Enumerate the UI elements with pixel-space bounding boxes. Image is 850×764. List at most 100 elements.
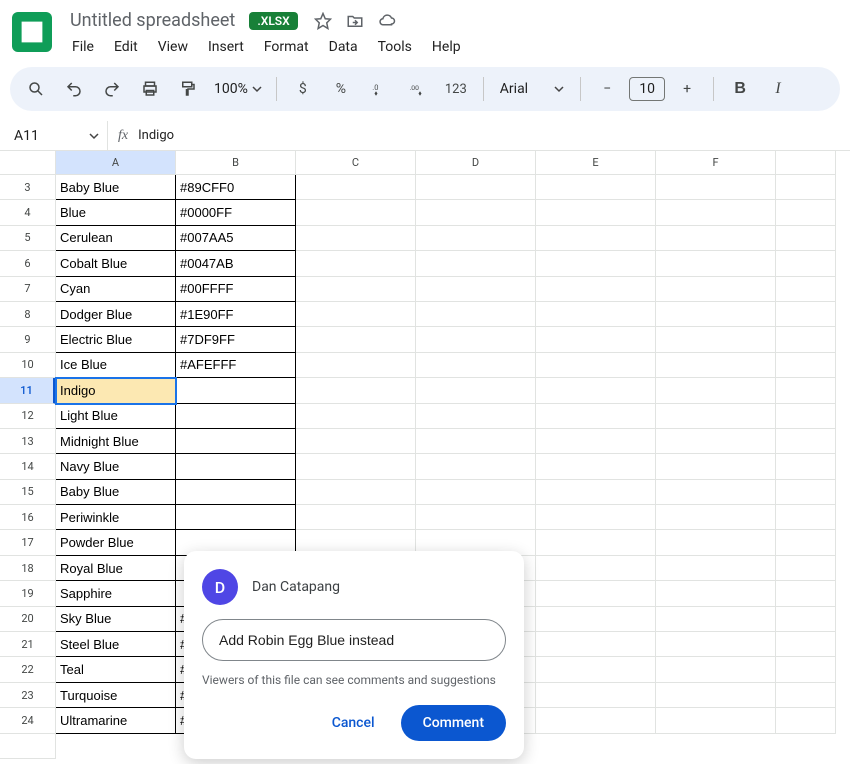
- star-icon[interactable]: [312, 10, 334, 32]
- row-header[interactable]: 4: [0, 200, 56, 225]
- cell[interactable]: [296, 226, 416, 251]
- cell[interactable]: Royal Blue: [56, 556, 176, 581]
- bold-button[interactable]: B: [724, 73, 756, 105]
- cell[interactable]: [416, 353, 536, 378]
- cell[interactable]: [536, 226, 656, 251]
- cell[interactable]: [656, 454, 776, 479]
- cell[interactable]: [536, 708, 656, 733]
- cell[interactable]: [416, 302, 536, 327]
- cell[interactable]: Baby Blue: [56, 480, 176, 505]
- cell[interactable]: [656, 302, 776, 327]
- row-header[interactable]: 21: [0, 632, 56, 657]
- row-header[interactable]: 15: [0, 480, 56, 505]
- cell[interactable]: [296, 429, 416, 454]
- cell[interactable]: [416, 277, 536, 302]
- cell[interactable]: [536, 429, 656, 454]
- col-header-e[interactable]: E: [536, 151, 656, 175]
- undo-icon[interactable]: [58, 73, 90, 105]
- row-header[interactable]: 18: [0, 556, 56, 581]
- cell[interactable]: Cyan: [56, 277, 176, 302]
- cell[interactable]: #7DF9FF: [176, 327, 296, 352]
- select-all-corner[interactable]: [0, 151, 56, 175]
- cell[interactable]: [416, 378, 536, 403]
- col-header-d[interactable]: D: [416, 151, 536, 175]
- cell[interactable]: [416, 480, 536, 505]
- col-header-a[interactable]: A: [56, 151, 176, 175]
- row-header[interactable]: 22: [0, 657, 56, 682]
- cell[interactable]: [776, 353, 836, 378]
- menu-help[interactable]: Help: [424, 35, 469, 59]
- cell[interactable]: Blue: [56, 200, 176, 225]
- row-header[interactable]: 11: [0, 378, 56, 403]
- cell[interactable]: Turquoise: [56, 683, 176, 708]
- cell[interactable]: [776, 277, 836, 302]
- cell[interactable]: [776, 429, 836, 454]
- row-header[interactable]: 10: [0, 353, 56, 378]
- sheets-logo[interactable]: [12, 12, 52, 52]
- cell[interactable]: [296, 327, 416, 352]
- row-header[interactable]: 20: [0, 607, 56, 632]
- search-icon[interactable]: [20, 73, 52, 105]
- cell[interactable]: [776, 683, 836, 708]
- decrease-decimal-icon[interactable]: .0: [363, 73, 395, 105]
- zoom-select[interactable]: 100%: [210, 81, 266, 97]
- cell[interactable]: [776, 632, 836, 657]
- cell[interactable]: [776, 302, 836, 327]
- cell[interactable]: [656, 404, 776, 429]
- comment-input[interactable]: [202, 619, 506, 661]
- cell[interactable]: [776, 175, 836, 200]
- cell[interactable]: [416, 200, 536, 225]
- cell[interactable]: [296, 480, 416, 505]
- cell[interactable]: [656, 581, 776, 606]
- cell[interactable]: [656, 277, 776, 302]
- cell[interactable]: [536, 505, 656, 530]
- cell[interactable]: Midnight Blue: [56, 429, 176, 454]
- cell[interactable]: [776, 657, 836, 682]
- cell[interactable]: [656, 175, 776, 200]
- cell[interactable]: [536, 683, 656, 708]
- menu-tools[interactable]: Tools: [370, 35, 420, 59]
- font-family-select[interactable]: Arial: [494, 81, 570, 97]
- increase-font-size[interactable]: +: [671, 73, 703, 105]
- row-header[interactable]: 16: [0, 505, 56, 530]
- cell[interactable]: [416, 327, 536, 352]
- cell[interactable]: [656, 226, 776, 251]
- row-header[interactable]: 3: [0, 175, 56, 200]
- menu-insert[interactable]: Insert: [200, 35, 252, 59]
- cell[interactable]: Electric Blue: [56, 327, 176, 352]
- cell[interactable]: Ultramarine: [56, 708, 176, 733]
- cell[interactable]: [536, 607, 656, 632]
- redo-icon[interactable]: [96, 73, 128, 105]
- cell[interactable]: Periwinkle: [56, 505, 176, 530]
- col-header-c[interactable]: C: [296, 151, 416, 175]
- cell[interactable]: [536, 200, 656, 225]
- move-icon[interactable]: [344, 10, 366, 32]
- cell[interactable]: [296, 378, 416, 403]
- cell[interactable]: [776, 556, 836, 581]
- cell[interactable]: [776, 530, 836, 555]
- cell[interactable]: [536, 657, 656, 682]
- cell[interactable]: #0047AB: [176, 251, 296, 276]
- row-header[interactable]: 8: [0, 302, 56, 327]
- menu-format[interactable]: Format: [256, 35, 317, 59]
- cell[interactable]: [776, 607, 836, 632]
- cell[interactable]: [536, 556, 656, 581]
- cell[interactable]: [536, 251, 656, 276]
- cell[interactable]: Ice Blue: [56, 353, 176, 378]
- cell[interactable]: [656, 353, 776, 378]
- cell[interactable]: [656, 505, 776, 530]
- cell[interactable]: [416, 505, 536, 530]
- col-header-b[interactable]: B: [176, 151, 296, 175]
- cancel-button[interactable]: Cancel: [318, 705, 389, 741]
- cell[interactable]: [776, 226, 836, 251]
- cell[interactable]: Teal: [56, 657, 176, 682]
- cell[interactable]: Indigo: [56, 378, 176, 403]
- cell[interactable]: Steel Blue: [56, 632, 176, 657]
- cell[interactable]: [176, 505, 296, 530]
- cell[interactable]: [296, 505, 416, 530]
- menu-data[interactable]: Data: [321, 35, 366, 59]
- cell[interactable]: [776, 251, 836, 276]
- row-header[interactable]: 9: [0, 327, 56, 352]
- row-header[interactable]: 19: [0, 581, 56, 606]
- menu-file[interactable]: File: [64, 35, 102, 59]
